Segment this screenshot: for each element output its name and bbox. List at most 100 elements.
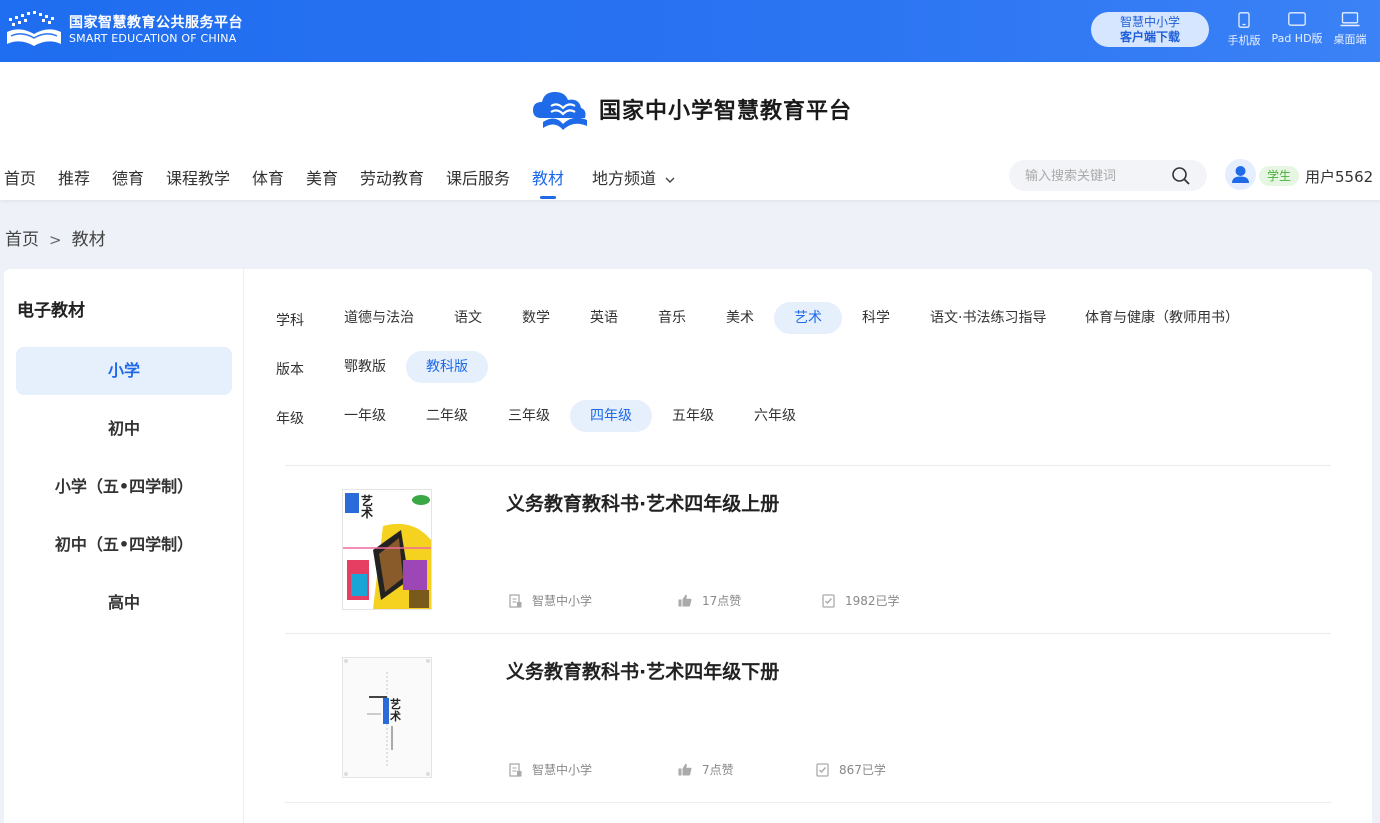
username[interactable]: 用户5562 bbox=[1305, 166, 1373, 187]
nav-active-indicator bbox=[540, 196, 556, 199]
avatar[interactable] bbox=[1225, 159, 1256, 190]
top-bar: 国家智慧教育公共服务平台 SMART EDUCATION OF CHINA 智慧… bbox=[0, 0, 1380, 62]
content-panel: 电子教材 小学 初中 小学（五•四学制） 初中（五•四学制） 高中 学科 道德与… bbox=[4, 269, 1372, 823]
grade-chip-5[interactable]: 五年级 bbox=[652, 400, 734, 432]
book-learners-1: 1982已学 bbox=[822, 592, 900, 609]
sidebar-item-junior-54[interactable]: 初中（五•四学制） bbox=[16, 521, 232, 569]
nav-moral[interactable]: 德育 bbox=[112, 165, 144, 189]
thumbs-up-icon bbox=[678, 594, 692, 607]
subject-chip-pe-teacher[interactable]: 体育与健康（教师用书） bbox=[1065, 302, 1259, 334]
subject-chip-music[interactable]: 音乐 bbox=[638, 302, 706, 334]
document-icon bbox=[509, 762, 522, 777]
book-cover-1[interactable]: 艺 术 bbox=[342, 489, 432, 610]
brand[interactable]: 国家中小学智慧教育平台 bbox=[529, 84, 852, 134]
book-likes-text: 17点赞 bbox=[702, 594, 742, 608]
site-header: 国家中小学智慧教育平台 首页 推荐 德育 课程教学 体育 美育 劳动教育 课后服… bbox=[0, 62, 1380, 200]
subject-chip-chinese[interactable]: 语文 bbox=[434, 302, 502, 334]
platform-logo[interactable]: 国家智慧教育公共服务平台 SMART EDUCATION OF CHINA bbox=[5, 10, 243, 50]
nav-sports[interactable]: 体育 bbox=[252, 165, 284, 189]
grade-chip-6[interactable]: 六年级 bbox=[734, 400, 816, 432]
nav-textbooks[interactable]: 教材 bbox=[532, 165, 564, 189]
svg-text:术: 术 bbox=[360, 505, 373, 520]
subject-chip-fine-arts[interactable]: 美术 bbox=[706, 302, 774, 334]
device-pad[interactable]: Pad HD版 bbox=[1268, 12, 1326, 52]
nav-courses[interactable]: 课程教学 bbox=[166, 165, 230, 189]
brand-name: 国家中小学智慧教育平台 bbox=[599, 98, 853, 124]
document-icon bbox=[509, 593, 522, 608]
download-line-1: 智慧中小学 bbox=[1119, 15, 1180, 29]
grade-chip-4[interactable]: 四年级 bbox=[570, 400, 652, 432]
cloud-book-logo-icon bbox=[533, 92, 587, 130]
book-title-2[interactable]: 义务教育教科书·艺术四年级下册 bbox=[506, 657, 779, 684]
device-desktop[interactable]: 桌面端 bbox=[1330, 12, 1370, 52]
nav-arts[interactable]: 美育 bbox=[306, 165, 338, 189]
book-learners-2: 867已学 bbox=[816, 761, 886, 778]
learned-icon bbox=[816, 762, 829, 777]
book-likes-text: 7点赞 bbox=[702, 763, 734, 777]
subject-chip-science[interactable]: 科学 bbox=[842, 302, 910, 334]
art-cover-illustration: 艺 术 bbox=[343, 658, 431, 777]
subject-chip-math[interactable]: 数学 bbox=[502, 302, 570, 334]
nav-recommend[interactable]: 推荐 bbox=[58, 165, 90, 189]
search-input[interactable] bbox=[1025, 166, 1165, 186]
book-source-text: 智慧中小学 bbox=[532, 763, 593, 777]
nav-local-channel[interactable]: 地方频道 bbox=[592, 165, 675, 189]
grade-chip-3[interactable]: 三年级 bbox=[488, 400, 570, 432]
subject-label: 学科 bbox=[276, 313, 304, 329]
book-likes-2: 7点赞 bbox=[678, 761, 734, 778]
nav-local-label: 地方频道 bbox=[592, 169, 657, 188]
breadcrumb-home[interactable]: 首页 bbox=[5, 230, 39, 250]
sidebar-item-senior[interactable]: 高中 bbox=[16, 579, 232, 627]
book-learners-text: 1982已学 bbox=[845, 594, 900, 608]
sidebar-item-primary[interactable]: 小学 bbox=[16, 347, 232, 395]
breadcrumb-current: 教材 bbox=[71, 230, 106, 250]
grade-label: 年级 bbox=[276, 411, 304, 427]
subject-chip-calligraphy[interactable]: 语文·书法练习指导 bbox=[910, 302, 1066, 334]
phone-icon bbox=[1238, 12, 1250, 28]
role-badge: 学生 bbox=[1259, 166, 1300, 186]
book-cover-2[interactable]: 艺 术 bbox=[342, 657, 432, 778]
book-learners-text: 867已学 bbox=[839, 763, 886, 777]
edition-label: 版本 bbox=[276, 362, 304, 378]
sidebar: 电子教材 小学 初中 小学（五•四学制） 初中（五•四学制） 高中 bbox=[4, 269, 244, 823]
device-label: 桌面端 bbox=[1333, 33, 1367, 46]
edition-chip-e[interactable]: 鄂教版 bbox=[324, 351, 406, 383]
logo-title-en: SMART EDUCATION OF CHINA bbox=[69, 31, 237, 45]
nav-home[interactable]: 首页 bbox=[4, 165, 36, 189]
tablet-icon bbox=[1288, 12, 1306, 26]
device-label: 手机版 bbox=[1227, 34, 1261, 47]
grade-chip-2[interactable]: 二年级 bbox=[406, 400, 488, 432]
sidebar-title: 电子教材 bbox=[17, 301, 85, 321]
subject-chip-english[interactable]: 英语 bbox=[570, 302, 638, 334]
list-divider bbox=[285, 633, 1331, 634]
book-title-1[interactable]: 义务教育教科书·艺术四年级上册 bbox=[506, 489, 779, 516]
breadcrumb: 首页 > 教材 bbox=[5, 225, 106, 250]
subject-chip-morality[interactable]: 道德与法治 bbox=[324, 302, 434, 334]
user-icon bbox=[1232, 166, 1249, 183]
nav-after-class[interactable]: 课后服务 bbox=[446, 165, 510, 189]
list-divider bbox=[285, 802, 1331, 803]
edition-chip-jiaoke[interactable]: 教科版 bbox=[406, 351, 488, 383]
book-source-2: 智慧中小学 bbox=[509, 761, 592, 778]
list-divider bbox=[285, 465, 1331, 466]
thumbs-up-icon bbox=[678, 763, 692, 776]
book-source-text: 智慧中小学 bbox=[532, 594, 593, 608]
device-label: Pad HD版 bbox=[1271, 32, 1323, 45]
grade-chip-1[interactable]: 一年级 bbox=[324, 400, 406, 432]
sidebar-item-primary-54[interactable]: 小学（五•四学制） bbox=[16, 463, 232, 511]
sidebar-item-junior[interactable]: 初中 bbox=[16, 405, 232, 453]
search-icon[interactable] bbox=[1171, 166, 1191, 186]
logo-title-cn: 国家智慧教育公共服务平台 bbox=[69, 14, 243, 31]
book-source-1: 智慧中小学 bbox=[509, 592, 592, 609]
client-download-button[interactable]: 智慧中小学 客户端下载 bbox=[1091, 12, 1209, 47]
breadcrumb-separator: > bbox=[49, 231, 62, 249]
svg-text:术: 术 bbox=[389, 709, 401, 723]
svg-text:艺: 艺 bbox=[390, 697, 401, 711]
learned-icon bbox=[822, 593, 835, 608]
download-line-2: 客户端下载 bbox=[1119, 30, 1180, 44]
device-mobile[interactable]: 手机版 bbox=[1225, 12, 1263, 52]
art-cover-illustration: 艺 术 bbox=[343, 490, 431, 609]
book-likes-1: 17点赞 bbox=[678, 592, 741, 609]
nav-labor[interactable]: 劳动教育 bbox=[360, 165, 424, 189]
subject-chip-art[interactable]: 艺术 bbox=[774, 302, 842, 334]
